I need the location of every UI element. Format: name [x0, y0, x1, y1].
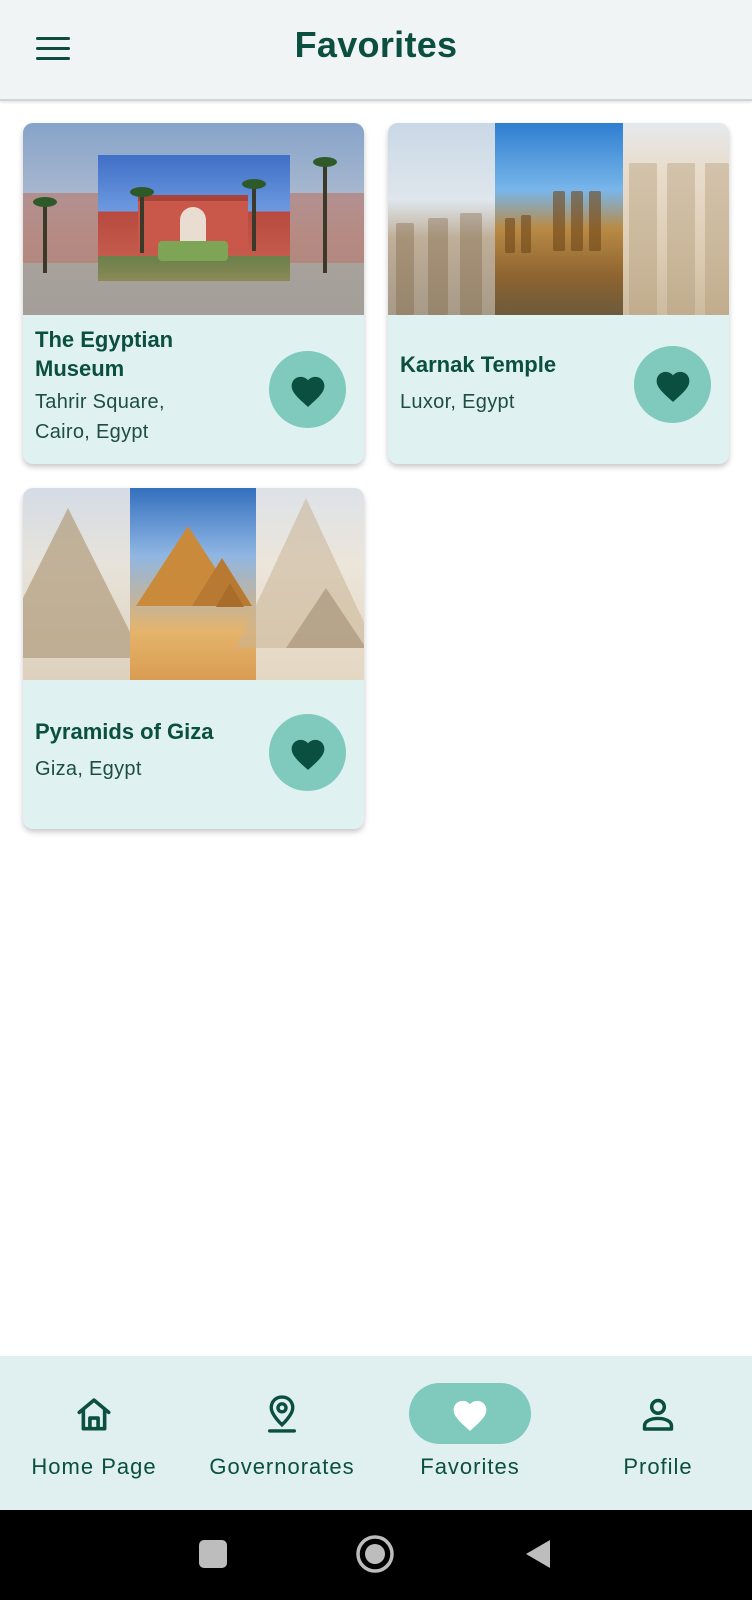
system-navigation-bar — [0, 1510, 752, 1600]
nav-item-profile[interactable]: Profile — [564, 1356, 752, 1510]
place-image — [23, 123, 364, 315]
nav-label: Favorites — [420, 1454, 520, 1479]
card-info: The Egyptian Museum Tahrir Square, Cairo… — [23, 315, 364, 464]
favorite-card-pyramids-of-giza[interactable]: Pyramids of Giza Giza, Egypt — [23, 488, 364, 829]
place-name: Pyramids of Giza — [35, 719, 214, 744]
favorite-toggle-button[interactable] — [269, 714, 346, 791]
place-location: Giza, Egypt — [35, 758, 142, 780]
place-name: Karnak Temple — [400, 352, 557, 377]
person-icon — [642, 1398, 674, 1431]
heart-icon — [291, 739, 324, 770]
favorite-card-karnak-temple[interactable]: Karnak Temple Luxor, Egypt — [388, 123, 729, 464]
heart-icon — [656, 371, 689, 402]
place-location: Luxor, Egypt — [400, 391, 515, 413]
place-location: Tahrir Square, Cairo, Egypt — [35, 391, 165, 443]
app-bar: Favorites — [0, 0, 752, 101]
heart-icon — [453, 1400, 487, 1431]
nav-item-governorates[interactable]: Governorates — [188, 1356, 376, 1510]
place-image — [388, 123, 729, 315]
place-image — [23, 488, 364, 680]
back-icon[interactable] — [524, 1538, 552, 1570]
recent-apps-icon[interactable] — [199, 1540, 227, 1568]
nav-label: Governorates — [209, 1454, 355, 1479]
page-title: Favorites — [294, 24, 458, 65]
favorite-toggle-button[interactable] — [634, 346, 711, 423]
favorite-toggle-button[interactable] — [269, 351, 346, 428]
favorite-card-egyptian-museum[interactable]: The Egyptian Museum Tahrir Square, Cairo… — [23, 123, 364, 464]
place-name: The Egyptian Museum — [35, 327, 174, 381]
nav-label: Profile — [623, 1454, 693, 1479]
card-info: Pyramids of Giza Giza, Egypt — [23, 680, 364, 829]
location-pin-icon — [268, 1394, 296, 1433]
heart-icon — [291, 376, 324, 407]
home-icon — [77, 1397, 111, 1431]
nav-label: Home Page — [31, 1454, 157, 1479]
bottom-navigation: Home Page Governorates Favorites Profile — [0, 1356, 752, 1510]
card-info: Karnak Temple Luxor, Egypt — [388, 315, 729, 464]
home-button-icon[interactable] — [355, 1534, 395, 1574]
nav-item-home-page[interactable]: Home Page — [0, 1356, 188, 1510]
nav-item-favorites[interactable]: Favorites — [376, 1356, 564, 1510]
